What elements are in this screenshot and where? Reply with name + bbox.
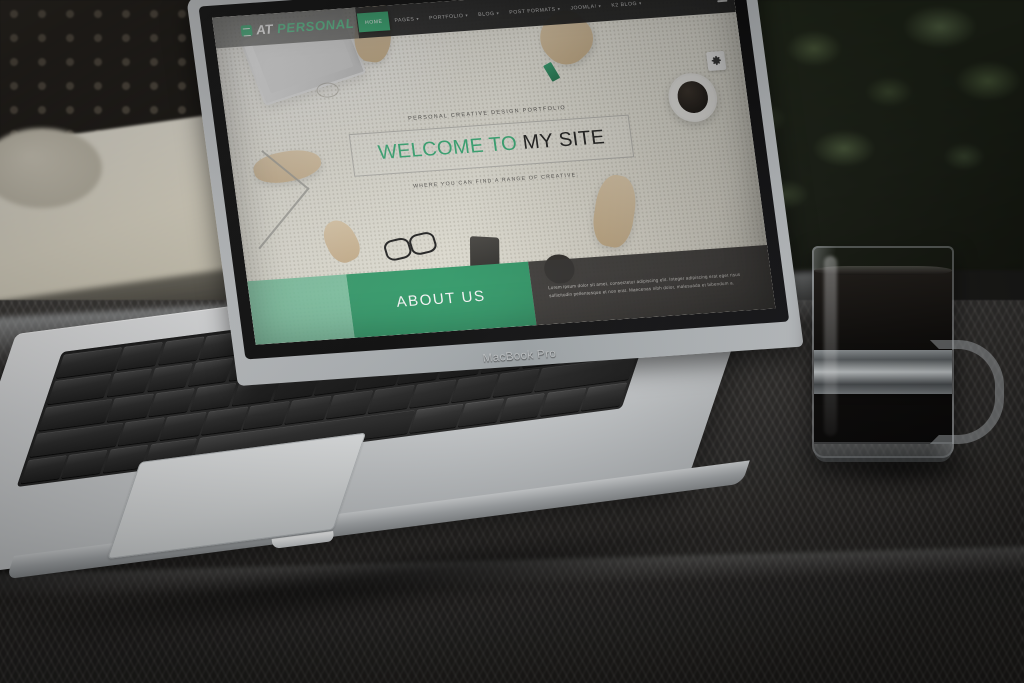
key [409,403,464,433]
hamburger-icon[interactable] [716,0,728,2]
key [451,373,499,403]
key [147,363,194,392]
nav-item-post-formats[interactable]: POST FORMATS ▾ [504,5,566,16]
nav-item-home[interactable]: HOME [356,11,391,33]
mug-base [814,442,952,462]
key [187,357,234,387]
key [201,406,249,435]
key [20,454,67,484]
key [61,449,108,479]
key [107,393,154,422]
key [159,411,207,441]
key [540,387,587,416]
key [581,382,628,411]
nav-item-blog[interactable]: BLOG ▾ [473,10,505,18]
laptop-lid: MacBook Pro AT PERSONAL HOME PAGES ▾ POR… [186,0,804,387]
nav-item-label: BLOG [477,10,495,18]
coffee-mug [802,246,1004,486]
key [326,389,374,419]
about-body-text: Lorem ipsum dolor sit amet, consectetur … [547,271,741,299]
hero-title-dark: MY SITE [521,126,607,155]
about-heading: ABOUT US [395,288,487,312]
website-viewport: AT PERSONAL HOME PAGES ▾ PORTFOLIO ▾ BLO… [212,0,776,345]
nav-item-label: PORTFOLIO [428,12,464,21]
nav-item-label: PAGES [394,16,415,24]
logo-word-at: AT [255,21,275,38]
key [116,341,164,371]
key [458,398,505,427]
key [367,384,415,414]
screen: AT PERSONAL HOME PAGES ▾ PORTFOLIO ▾ BLO… [212,0,776,345]
nav-item-label: JOOMLA! [570,3,598,12]
nav-item-label: HOME [364,18,383,26]
book-icon [240,24,253,37]
logo-word-personal: PERSONAL [276,15,356,37]
nav-item-portfolio[interactable]: PORTFOLIO ▾ [424,12,474,21]
nav-item-label: K2 BLOG [610,0,638,9]
settings-button[interactable] [705,51,727,71]
site-logo[interactable]: AT PERSONAL [240,16,355,39]
hero-title-box: WELCOME TO MY SITE [348,114,635,177]
key [189,382,237,412]
key [106,368,153,397]
key [499,392,546,422]
key [492,368,540,397]
nav-item-joomla[interactable]: JOOMLA! ▾ [565,3,607,12]
chevron-down-icon: ▾ [638,0,643,6]
key [242,400,291,430]
chevron-down-icon: ▾ [557,5,561,11]
key [118,417,166,446]
key [409,379,457,408]
chevron-down-icon: ▾ [465,12,469,18]
nav-item-pages[interactable]: PAGES ▾ [389,15,424,24]
key [157,336,205,366]
chevron-down-icon: ▾ [598,2,602,9]
chevron-down-icon: ▾ [496,10,500,16]
about-heading-panel[interactable]: ABOUT US [345,261,537,338]
hero-title: WELCOME TO MY SITE [377,127,606,166]
nav-item-k2-blog[interactable]: K2 BLOG ▾ [606,0,647,9]
key [284,395,332,425]
about-accent-panel [247,274,355,345]
mug-glare [824,256,837,436]
hero-title-green: WELCOME TO [376,132,519,165]
gear-icon [711,56,721,66]
chevron-down-icon: ▾ [416,15,420,21]
key [148,387,196,417]
nav-item-label: POST FORMATS [508,6,557,16]
